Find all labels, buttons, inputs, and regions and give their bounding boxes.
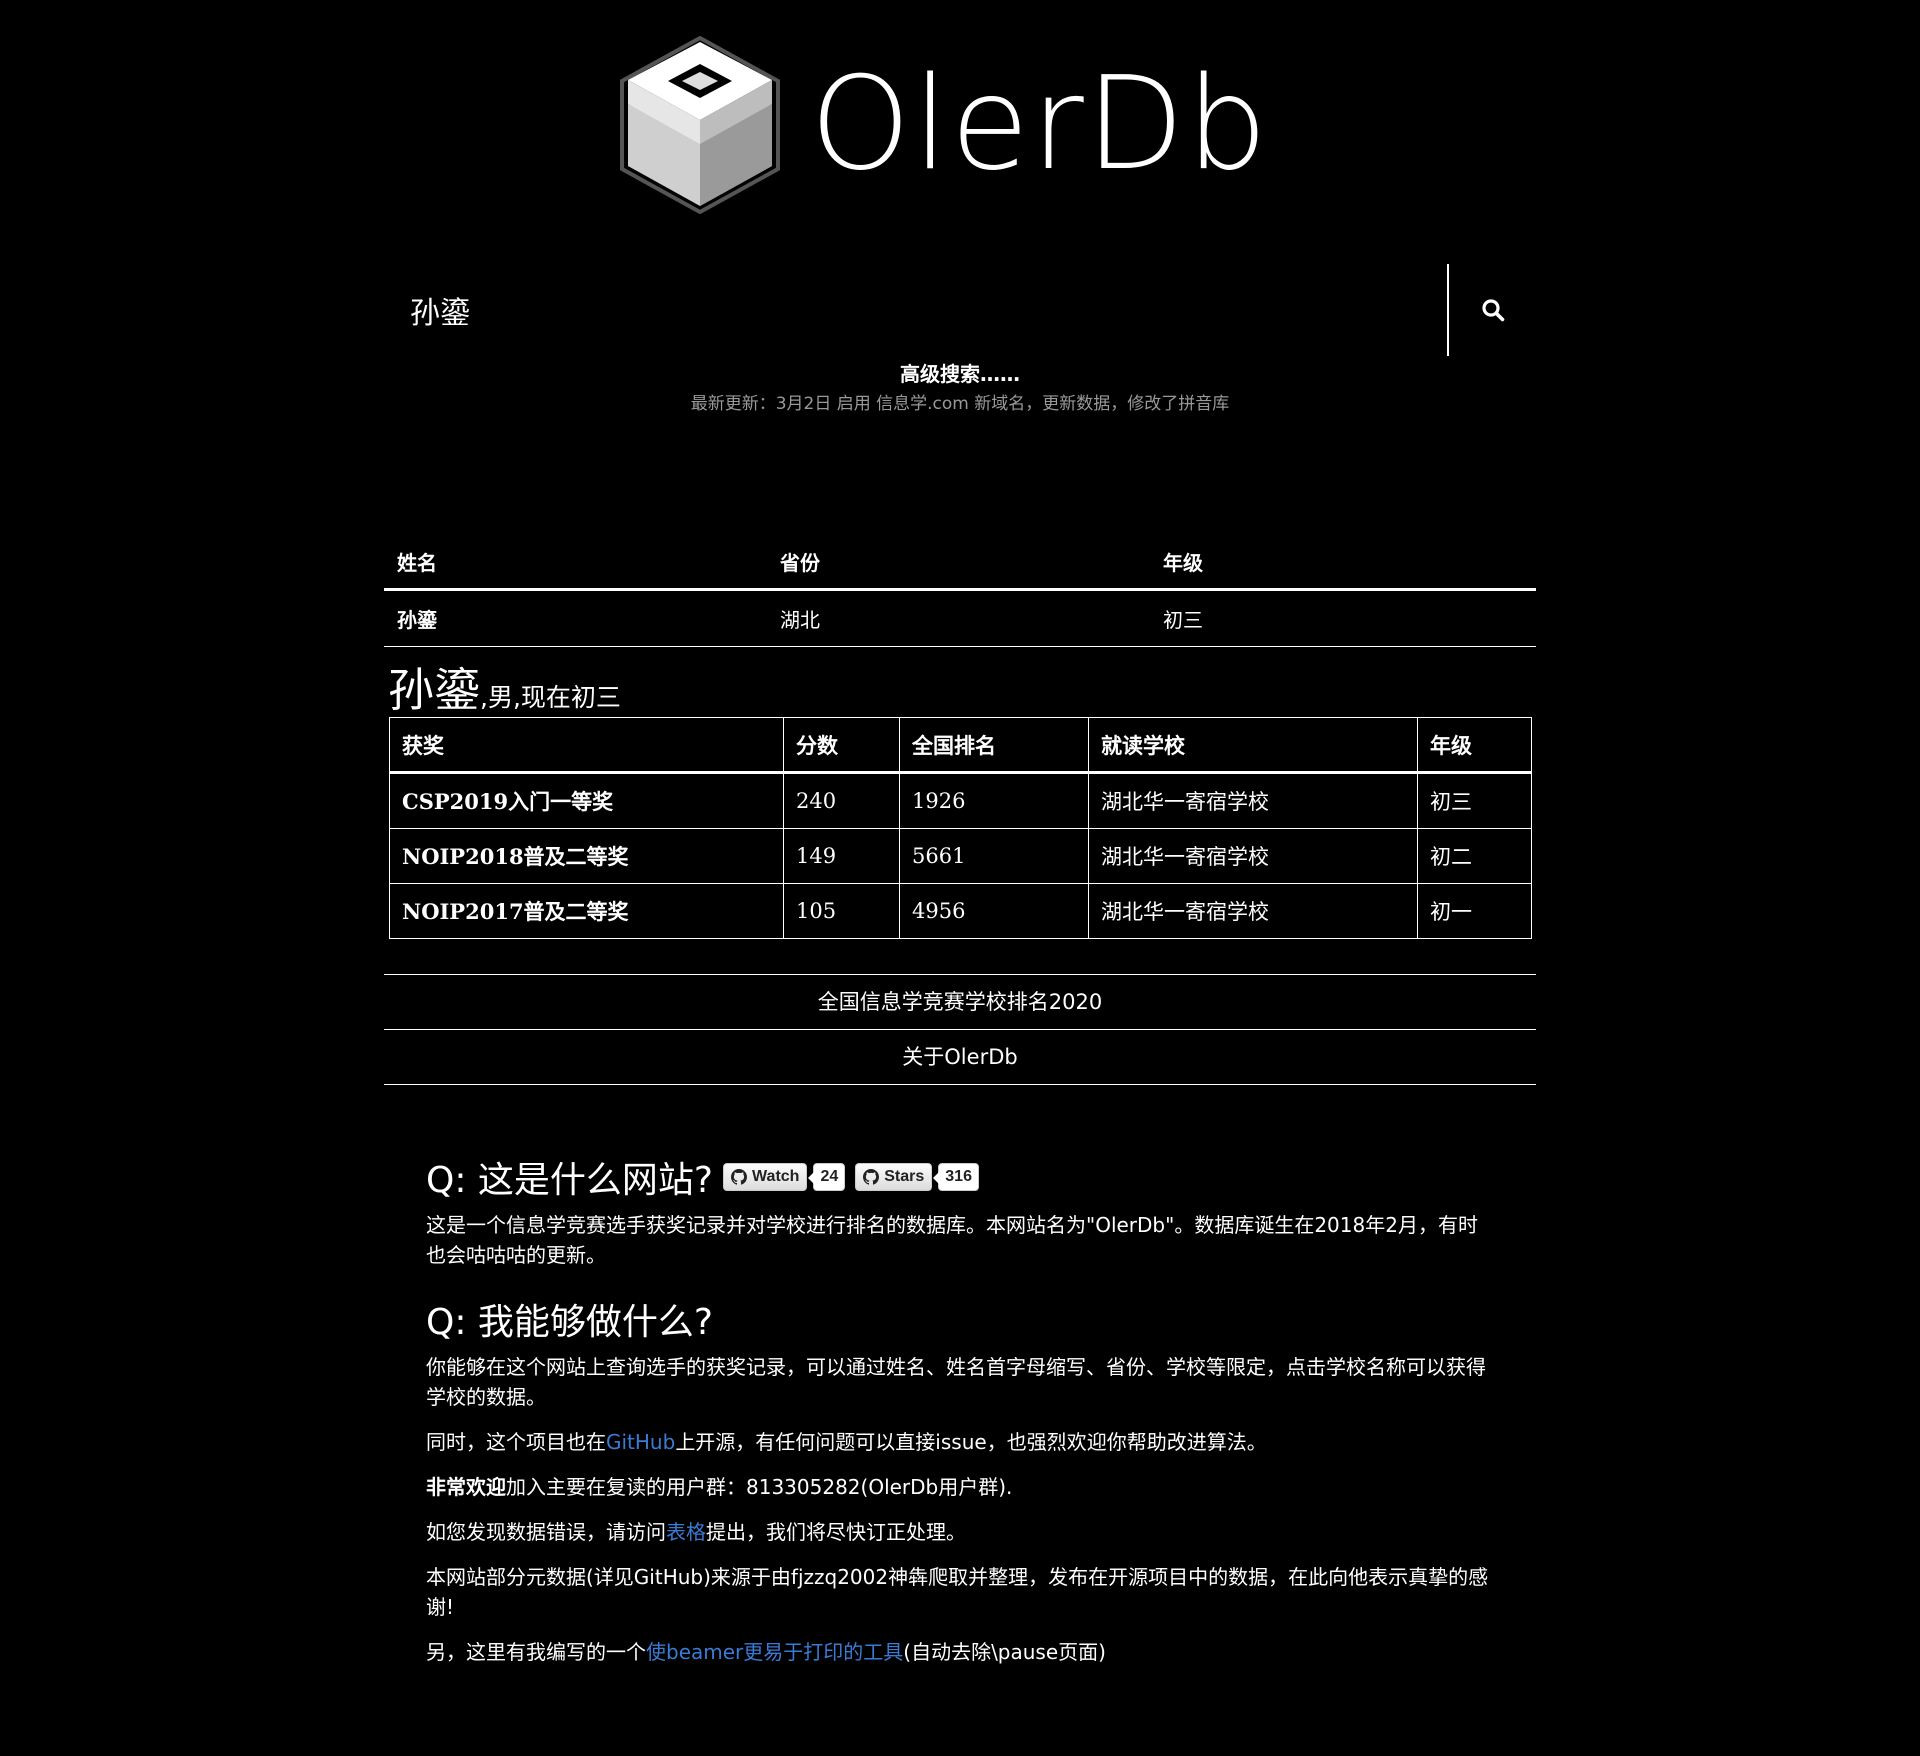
search-icon bbox=[1481, 299, 1504, 322]
cell-grade: 初三 bbox=[1150, 589, 1536, 647]
award-table: 获奖 分数 全国排名 就读学校 年级 CSP2019入门一等奖 240 1926… bbox=[389, 717, 1532, 939]
table-header-row: 姓名 省份 年级 bbox=[384, 534, 1536, 591]
update-note: 最新更新：3月2日 启用 信息学.com 新域名，更新数据，修改了拼音库 bbox=[690, 394, 1230, 414]
github-stars-button[interactable]: Stars bbox=[855, 1163, 933, 1191]
stacked-cube-logo-icon bbox=[620, 36, 780, 214]
user-group-paragraph: 非常欢迎加入主要在复读的用户群：813305282(OlerDb用户群). bbox=[426, 1472, 1496, 1502]
table-row: NOIP2018普及二等奖 149 5661 湖北华一寄宿学校 初二 bbox=[389, 828, 1532, 884]
github-watch-badge[interactable]: Watch 24 bbox=[723, 1163, 846, 1191]
column-header: 就读学校 bbox=[1088, 717, 1418, 774]
student-subtitle: ,男,现在初三 bbox=[480, 683, 621, 712]
column-header: 省份 bbox=[767, 534, 1150, 591]
column-header: 获奖 bbox=[389, 717, 784, 774]
search-input[interactable] bbox=[384, 264, 1444, 356]
site-logo[interactable]: OlerDb bbox=[620, 36, 1270, 214]
cell-award: CSP2019入门一等奖 bbox=[389, 772, 784, 829]
cell-score: 240 bbox=[783, 772, 900, 829]
cell-score: 105 bbox=[783, 883, 900, 939]
text: 同时，这个项目也在 bbox=[426, 1430, 606, 1454]
github-paragraph: 同时，这个项目也在GitHub上开源，有任何问题可以直接issue，也强烈欢迎你… bbox=[426, 1427, 1496, 1457]
school-rank-link[interactable]: 全国信息学竞赛学校排名2020 bbox=[384, 974, 1536, 1029]
cell-award: NOIP2017普及二等奖 bbox=[389, 883, 784, 939]
faq-answer-1: 这是一个信息学竞赛选手获奖记录并对学校进行排名的数据库。本网站名为"OlerDb… bbox=[426, 1213, 1478, 1267]
search-button[interactable] bbox=[1449, 264, 1536, 356]
cell-rank: 1926 bbox=[899, 772, 1089, 829]
emphasis-text: 非常欢迎 bbox=[426, 1475, 506, 1499]
cell-rank: 4956 bbox=[899, 883, 1089, 939]
cell-grade: 初一 bbox=[1417, 883, 1532, 939]
cell-award: NOIP2018普及二等奖 bbox=[389, 828, 784, 884]
faq-question-1-text: Q: 这是什么网站? bbox=[426, 1160, 714, 1201]
column-header: 年级 bbox=[1150, 534, 1536, 591]
cell-rank: 5661 bbox=[899, 828, 1089, 884]
text: 加入主要在复读的用户群：813305282(OlerDb用户群). bbox=[506, 1475, 1013, 1499]
column-header: 分数 bbox=[783, 717, 900, 774]
credits-paragraph: 本网站部分元数据(详见GitHub)来源于由fjzzq2002神犇爬取并整理，发… bbox=[426, 1565, 1489, 1619]
table-row: CSP2019入门一等奖 240 1926 湖北华一寄宿学校 初三 bbox=[389, 772, 1532, 829]
about-link[interactable]: 关于OlerDb bbox=[384, 1029, 1536, 1085]
error-report-paragraph: 如您发现数据错误，请访问表格提出，我们将尽快订正处理。 bbox=[426, 1517, 1496, 1547]
beamer-tool-link[interactable]: 使beamer更易于打印的工具 bbox=[646, 1640, 903, 1664]
column-header: 全国排名 bbox=[899, 717, 1089, 774]
cell-grade: 初二 bbox=[1417, 828, 1532, 884]
text: 提出，我们将尽快订正处理。 bbox=[706, 1520, 966, 1544]
page: OlerDb 高级搜索…… 最新更新：3月2日 启用 信息学.com 新域名，更… bbox=[0, 0, 1920, 1756]
github-icon bbox=[863, 1169, 880, 1185]
about-section: Q: 这是什么网站? Watch 24 Stars 316 这是一个信息学竞赛选… bbox=[426, 1148, 1496, 1667]
nav-links: 全国信息学竞赛学校排名2020 关于OlerDb bbox=[384, 974, 1536, 1085]
cell-score: 149 bbox=[783, 828, 900, 884]
column-header: 姓名 bbox=[384, 534, 767, 591]
github-watch-button[interactable]: Watch bbox=[723, 1163, 808, 1191]
text: 如您发现数据错误，请访问 bbox=[426, 1520, 666, 1544]
beamer-tool-paragraph: 另，这里有我编写的一个使beamer更易于打印的工具(自动去除\pause页面) bbox=[426, 1637, 1496, 1667]
student-heading: 孙鎏,男,现在初三 bbox=[388, 654, 621, 720]
text: 上开源，有任何问题可以直接issue，也强烈欢迎你帮助改进算法。 bbox=[675, 1430, 1267, 1454]
github-watch-label: Watch bbox=[752, 1168, 800, 1185]
advanced-search-link[interactable]: 高级搜索…… bbox=[0, 358, 1920, 387]
github-icon bbox=[731, 1169, 748, 1185]
cell-school[interactable]: 湖北华一寄宿学校 bbox=[1088, 883, 1418, 939]
github-stars-count[interactable]: 316 bbox=[933, 1163, 979, 1191]
text: (自动去除\pause页面) bbox=[903, 1640, 1106, 1664]
faq-answer-2: 你能够在这个网站上查询选手的获奖记录，可以通过姓名、姓名首字母缩写、省份、学校等… bbox=[426, 1355, 1486, 1409]
search-results-table: 姓名 省份 年级 孙鎏 湖北 初三 bbox=[384, 534, 1536, 647]
github-stars-badge[interactable]: Stars 316 bbox=[855, 1163, 979, 1191]
table-header-row: 获奖 分数 全国排名 就读学校 年级 bbox=[389, 717, 1532, 774]
table-row: NOIP2017普及二等奖 105 4956 湖北华一寄宿学校 初一 bbox=[389, 883, 1532, 939]
column-header: 年级 bbox=[1417, 717, 1532, 774]
cell-grade: 初三 bbox=[1417, 772, 1532, 829]
logo-text: OlerDb bbox=[810, 50, 1270, 199]
table-row[interactable]: 孙鎏 湖北 初三 bbox=[384, 589, 1536, 647]
form-link[interactable]: 表格 bbox=[666, 1520, 706, 1544]
cell-name[interactable]: 孙鎏 bbox=[384, 589, 767, 647]
search-bar bbox=[384, 264, 1536, 356]
student-name: 孙鎏 bbox=[388, 663, 480, 717]
cell-province: 湖北 bbox=[767, 589, 1150, 647]
github-stars-label: Stars bbox=[884, 1168, 925, 1185]
faq-question-1: Q: 这是什么网站? Watch 24 Stars 316 bbox=[426, 1148, 1496, 1206]
cell-school[interactable]: 湖北华一寄宿学校 bbox=[1088, 772, 1418, 829]
github-link[interactable]: GitHub bbox=[606, 1430, 675, 1454]
github-watch-count[interactable]: 24 bbox=[808, 1163, 846, 1191]
cell-school[interactable]: 湖北华一寄宿学校 bbox=[1088, 828, 1418, 884]
text: 另，这里有我编写的一个 bbox=[426, 1640, 646, 1664]
faq-question-2: Q: 我能够做什么? bbox=[426, 1302, 714, 1343]
